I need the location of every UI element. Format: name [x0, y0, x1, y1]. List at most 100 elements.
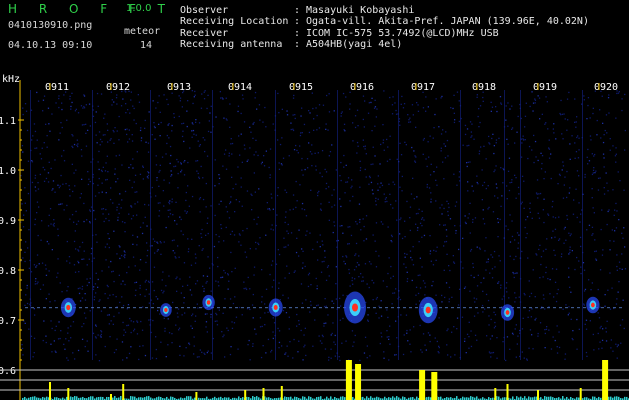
- noise-speck: [89, 277, 91, 280]
- noise-speck: [265, 288, 268, 290]
- noise-speck: [326, 94, 328, 97]
- noise-speck: [602, 141, 605, 144]
- noise-speck: [55, 325, 57, 327]
- noise-speck: [521, 201, 523, 203]
- carrier-trace: [493, 307, 496, 309]
- noise-speck: [382, 139, 385, 141]
- noise-speck: [157, 298, 159, 300]
- noise-speck: [260, 356, 263, 359]
- noise-speck: [529, 329, 532, 331]
- carrier-trace: [481, 307, 484, 309]
- noise-speck: [229, 233, 232, 235]
- noise-speck: [615, 202, 617, 205]
- noise-speck: [230, 143, 232, 145]
- noise-speck: [269, 177, 271, 179]
- noise-speck: [191, 136, 193, 138]
- noise-speck: [106, 123, 108, 125]
- noise-speck: [495, 139, 498, 141]
- noise-speck: [206, 155, 209, 157]
- noise-speck: [455, 230, 457, 232]
- noise-speck: [315, 107, 317, 109]
- noise-speck: [58, 186, 60, 189]
- noise-speck: [534, 140, 537, 143]
- noise-speck: [25, 110, 28, 112]
- noise-speck: [383, 351, 385, 353]
- noise-speck: [186, 125, 188, 128]
- noise-speck: [568, 276, 570, 278]
- carrier-trace: [541, 307, 544, 309]
- noise-speck: [137, 201, 139, 203]
- noise-speck: [171, 239, 174, 242]
- noise-speck: [241, 94, 244, 96]
- noise-speck: [134, 294, 137, 297]
- noise-speck: [514, 272, 516, 274]
- noise-speck: [272, 337, 274, 340]
- noise-speck: [500, 102, 502, 104]
- noise-speck: [132, 167, 134, 169]
- noise-speck: [349, 108, 351, 110]
- noise-speck: [453, 121, 456, 124]
- noise-speck: [323, 325, 325, 327]
- noise-speck: [59, 203, 62, 205]
- noise-speck: [407, 114, 409, 116]
- noise-speck: [101, 208, 103, 210]
- noise-speck: [430, 198, 432, 200]
- noise-speck: [66, 204, 68, 207]
- noise-speck: [22, 226, 25, 228]
- noise-speck: [87, 129, 89, 131]
- noise-speck: [259, 326, 262, 328]
- noise-speck: [345, 96, 347, 98]
- noise-speck: [183, 140, 185, 143]
- noise-speck: [409, 121, 412, 123]
- noise-speck: [292, 128, 294, 130]
- y-tick-label: 0.8: [0, 266, 16, 277]
- noise-speck: [81, 155, 83, 157]
- noise-speck: [252, 343, 254, 345]
- noise-speck: [205, 326, 207, 328]
- noise-speck: [496, 110, 498, 113]
- noise-speck: [514, 239, 516, 241]
- noise-speck: [539, 244, 541, 246]
- noise-speck: [539, 277, 541, 279]
- noise-speck: [314, 152, 316, 154]
- noise-speck: [448, 265, 450, 267]
- hist-baseline: [544, 396, 546, 400]
- noise-speck: [210, 131, 212, 133]
- noise-speck: [126, 324, 128, 327]
- noise-speck: [372, 234, 374, 236]
- carrier-trace: [145, 307, 148, 309]
- noise-speck: [412, 177, 414, 179]
- noise-speck: [93, 299, 95, 301]
- noise-speck: [132, 256, 135, 258]
- noise-speck: [256, 108, 258, 110]
- noise-speck: [608, 112, 610, 114]
- noise-speck: [116, 253, 118, 255]
- noise-speck: [36, 264, 38, 267]
- noise-speck: [136, 244, 138, 246]
- noise-speck: [391, 235, 393, 238]
- noise-speck: [35, 190, 37, 192]
- noise-speck: [36, 147, 38, 149]
- noise-speck: [108, 219, 110, 222]
- noise-speck: [230, 138, 232, 140]
- noise-speck: [136, 191, 138, 193]
- carrier-trace: [457, 307, 460, 309]
- noise-speck: [325, 123, 327, 125]
- noise-speck: [417, 274, 419, 277]
- noise-speck: [37, 100, 40, 102]
- noise-speck: [550, 348, 553, 350]
- noise-speck: [413, 326, 415, 328]
- noise-speck: [416, 229, 419, 231]
- noise-speck: [429, 334, 431, 336]
- hist-baseline: [92, 396, 94, 400]
- noise-speck: [307, 274, 310, 276]
- noise-speck: [73, 221, 75, 223]
- carrier-trace: [181, 307, 184, 309]
- noise-speck: [533, 161, 535, 164]
- noise-speck: [589, 320, 591, 322]
- noise-speck: [534, 296, 536, 298]
- noise-speck: [355, 266, 357, 268]
- noise-speck: [521, 351, 523, 353]
- noise-speck: [534, 102, 536, 104]
- noise-speck: [112, 202, 114, 204]
